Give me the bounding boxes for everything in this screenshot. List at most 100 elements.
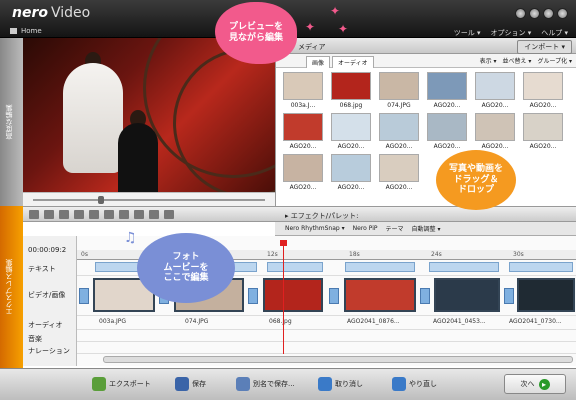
menu-options[interactable]: オプション ▾ [491,28,532,38]
import-button[interactable]: インポート ▾ [517,40,572,54]
sort-menu[interactable]: 並べ替え ▾ [503,56,532,65]
media-item[interactable]: 003a.J... [281,72,325,109]
minimize-button[interactable] [529,8,540,19]
preview-scrubber[interactable] [23,192,275,206]
advanced-edit-tab[interactable]: 高度な編集 [0,38,23,206]
video-clip[interactable] [344,278,416,312]
view-menu[interactable]: 表示 ▾ [480,56,497,65]
media-item-label: AGO20... [481,143,509,150]
media-item[interactable]: AGO20... [281,113,325,150]
media-item[interactable]: AGO20... [473,113,517,150]
mark-out-icon[interactable] [164,210,174,219]
express-edit-tab[interactable]: エクスプレス編集 [0,206,23,368]
media-thumbnail[interactable] [379,72,419,100]
transition-icon[interactable] [248,288,258,304]
maximize-button[interactable] [543,8,554,19]
narration-track[interactable] [77,342,576,354]
media-thumbnail[interactable] [331,113,371,141]
undo-button[interactable]: 取り消し [318,375,363,393]
step-forward-icon[interactable] [149,210,159,219]
media-item-label: AGO20... [385,143,413,150]
media-thumbnail[interactable] [523,113,563,141]
media-item[interactable]: AGO20... [329,113,373,150]
video-clip[interactable] [263,278,323,312]
home-breadcrumb[interactable]: Home [10,27,42,35]
video-clip[interactable] [434,278,500,312]
play-icon[interactable] [134,210,144,219]
snapshot-icon[interactable] [74,210,84,219]
media-item[interactable]: AGO20... [377,154,421,191]
media-item[interactable]: 074.JPG [377,72,421,109]
transition-icon[interactable] [420,288,430,304]
auto-adjust-button[interactable]: 自動調整 ▾ [412,224,441,233]
text-clip[interactable] [267,262,323,272]
scrubber-knob[interactable] [98,196,104,204]
audio-track[interactable]: 003a.JPG 074.JPG 068.jpg AGO2041_0876...… [77,316,576,330]
media-item[interactable]: AGO20... [473,72,517,109]
media-thumbnail[interactable] [427,72,467,100]
media-item[interactable]: 068.jpg [329,72,373,109]
media-item-label: AGO20... [481,102,509,109]
theme-button[interactable]: テーマ [386,224,404,233]
media-thumbnail[interactable] [331,72,371,100]
text-clip[interactable] [509,262,573,272]
next-button[interactable]: 次へ ▸ [504,374,566,394]
playhead[interactable] [283,242,284,354]
menu-tools[interactable]: ツール ▾ [454,28,481,38]
group-menu[interactable]: グループ化 ▾ [537,56,572,65]
transition-icon[interactable] [329,288,339,304]
media-thumbnail[interactable] [523,72,563,100]
transition-icon[interactable] [504,288,514,304]
media-item[interactable]: AGO20... [521,113,565,150]
timeline-scrollbar[interactable] [103,356,573,363]
step-back-icon[interactable] [119,210,129,219]
view-icon[interactable] [29,210,39,219]
tab-audio[interactable]: オーディオ [332,56,374,68]
transition-icon[interactable] [79,288,89,304]
media-item[interactable]: AGO20... [521,72,565,109]
crop-icon[interactable] [44,210,54,219]
redo-button[interactable]: やり直し [392,375,437,393]
mark-in-icon[interactable] [104,210,114,219]
tab-images[interactable]: 画像 [306,56,331,68]
text-clip[interactable] [345,262,415,272]
music-track[interactable] [77,330,576,342]
stop-icon[interactable] [89,210,99,219]
timeline: 00:00:09:2 テキスト ビデオ/画像 オーディオ 音楽 ナレーション 0… [23,236,576,366]
pip-button[interactable]: Nero PiP [353,225,378,232]
media-thumbnail[interactable] [379,154,419,182]
media-thumbnail[interactable] [475,72,515,100]
undo-icon [318,377,332,391]
rhythmsnap-button[interactable]: Nero RhythmSnap ▾ [285,225,345,232]
media-thumbnail[interactable] [331,154,371,182]
text-clip[interactable] [429,262,499,272]
media-thumbnail[interactable] [427,113,467,141]
effects-palette-label[interactable]: ▸ エフェクト/パレット: [285,211,358,221]
menu-help[interactable]: ヘルプ ▾ [541,28,568,38]
redo-icon [392,377,406,391]
media-thumbnail[interactable] [475,113,515,141]
media-item[interactable]: AGO20... [329,154,373,191]
media-item[interactable]: AGO20... [425,72,469,109]
media-item[interactable]: AGO20... [281,154,325,191]
media-thumbnail[interactable] [283,113,323,141]
media-thumbnail[interactable] [379,113,419,141]
close-button[interactable] [557,8,568,19]
aspect-icon[interactable] [59,210,69,219]
home-icon [10,28,17,34]
sparkle-icon: ✦ [338,22,349,36]
export-button[interactable]: エクスポート [92,375,151,393]
video-clip[interactable] [517,278,575,312]
save-as-button[interactable]: 別名で保存... [236,375,295,393]
media-thumbnail[interactable] [283,154,323,182]
track-label-narration: ナレーション [28,347,70,355]
tick-label: 0s [81,251,88,258]
media-thumbnail[interactable] [283,72,323,100]
media-item[interactable]: AGO20... [377,113,421,150]
help-window-button[interactable] [515,8,526,19]
media-item[interactable]: AGO20... [425,113,469,150]
media-browser: メディア インポート ▾ 画像 オーディオ 表示 ▾ 並べ替え ▾ グループ化 … [275,38,576,206]
save-button[interactable]: 保存 [175,375,206,393]
bride-figure [63,63,123,173]
clip-name: AGO2041_0876... [347,318,400,325]
